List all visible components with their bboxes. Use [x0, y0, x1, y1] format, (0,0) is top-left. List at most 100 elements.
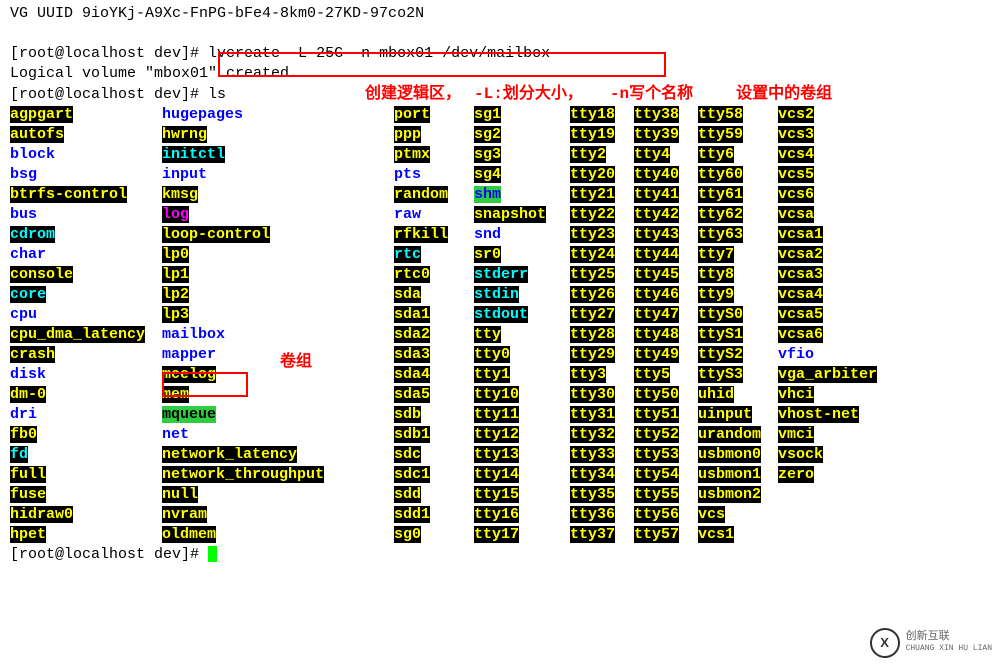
logo-icon: X — [870, 628, 900, 658]
file-sdb1: sdb1 — [394, 426, 430, 443]
file-port: port — [394, 106, 430, 123]
file-dri: dri — [10, 406, 37, 423]
file-vcsa2: vcsa2 — [778, 246, 823, 263]
file-lp0: lp0 — [162, 246, 189, 263]
file-vmci: vmci — [778, 426, 814, 443]
file-tty26: tty26 — [570, 286, 615, 303]
file-usbmon0: usbmon0 — [698, 446, 761, 463]
file-uinput: uinput — [698, 406, 752, 423]
file-tty5: tty5 — [634, 366, 670, 383]
file-tty25: tty25 — [570, 266, 615, 283]
file-tty35: tty35 — [570, 486, 615, 503]
file-tty1: tty1 — [474, 366, 510, 383]
file-tty48: tty48 — [634, 326, 679, 343]
file-tty0: tty0 — [474, 346, 510, 363]
file-stdout: stdout — [474, 306, 528, 323]
file-tty50: tty50 — [634, 386, 679, 403]
file-tty38: tty38 — [634, 106, 679, 123]
file-rtc: rtc — [394, 246, 421, 263]
header-line: VG UUID 9ioYKj-A9Xc-FnPG-bFe4-8km0-27KD-… — [10, 4, 992, 24]
file-tty43: tty43 — [634, 226, 679, 243]
file-tty28: tty28 — [570, 326, 615, 343]
file-vcsa4: vcsa4 — [778, 286, 823, 303]
file-uhid: uhid — [698, 386, 734, 403]
file-char: char — [10, 246, 46, 263]
file-raw: raw — [394, 206, 421, 223]
file-sda5: sda5 — [394, 386, 430, 403]
file-log: log — [162, 206, 189, 223]
file-tty62: tty62 — [698, 206, 743, 223]
file-vcs2: vcs2 — [778, 106, 814, 123]
file-stdin: stdin — [474, 286, 519, 303]
file-tty42: tty42 — [634, 206, 679, 223]
file-btrfs-control: btrfs-control — [10, 186, 127, 203]
prompt: [root@localhost dev]# — [10, 86, 208, 103]
file-block: block — [10, 146, 55, 163]
file-disk: disk — [10, 366, 46, 383]
file-ttyS3: ttyS3 — [698, 366, 743, 383]
file-rfkill: rfkill — [394, 226, 448, 243]
file-console: console — [10, 266, 73, 283]
file-urandom: urandom — [698, 426, 761, 443]
file-tty10: tty10 — [474, 386, 519, 403]
file-tty52: tty52 — [634, 426, 679, 443]
file-cdrom: cdrom — [10, 226, 55, 243]
file-sda3: sda3 — [394, 346, 430, 363]
file-sg0: sg0 — [394, 526, 421, 543]
cursor-icon — [208, 546, 217, 562]
file-shm: shm — [474, 186, 501, 203]
file-kmsg: kmsg — [162, 186, 198, 203]
watermark-logo: X 创新互联CHUANG XIN HU LIAN — [870, 628, 992, 658]
file-tty55: tty55 — [634, 486, 679, 503]
file-sg2: sg2 — [474, 126, 501, 143]
file-tty49: tty49 — [634, 346, 679, 363]
annotation-vg: 设置中的卷组 — [736, 85, 832, 103]
file-vcsa6: vcsa6 — [778, 326, 823, 343]
file-snapshot: snapshot — [474, 206, 546, 223]
prompt: [root@localhost dev]# — [10, 45, 208, 62]
file-tty51: tty51 — [634, 406, 679, 423]
file-tty17: tty17 — [474, 526, 519, 543]
file-vsock: vsock — [778, 446, 823, 463]
ls-output: agpgarthugepagesportsg1tty18tty38tty58vc… — [10, 105, 992, 545]
file-tty12: tty12 — [474, 426, 519, 443]
file-vcsa5: vcsa5 — [778, 306, 823, 323]
file-sr0: sr0 — [474, 246, 501, 263]
file-sda: sda — [394, 286, 421, 303]
annotation-group: 卷组 — [280, 352, 312, 372]
file-crash: crash — [10, 346, 55, 363]
file-sdc: sdc — [394, 446, 421, 463]
file-vhci: vhci — [778, 386, 814, 403]
file-sg3: sg3 — [474, 146, 501, 163]
file-tty37: tty37 — [570, 526, 615, 543]
file-core: core — [10, 286, 46, 303]
file-tty34: tty34 — [570, 466, 615, 483]
file-tty22: tty22 — [570, 206, 615, 223]
file-ptmx: ptmx — [394, 146, 430, 163]
file-vcs5: vcs5 — [778, 166, 814, 183]
file-tty60: tty60 — [698, 166, 743, 183]
file-tty56: tty56 — [634, 506, 679, 523]
file-full: full — [10, 466, 46, 483]
cmd-line-3[interactable]: [root@localhost dev]# — [10, 545, 992, 565]
file-lp2: lp2 — [162, 286, 189, 303]
file-tty14: tty14 — [474, 466, 519, 483]
file-autofs: autofs — [10, 126, 64, 143]
file-tty53: tty53 — [634, 446, 679, 463]
file-vcs1: vcs1 — [698, 526, 734, 543]
file-mqueue: mqueue — [162, 406, 216, 423]
file-tty39: tty39 — [634, 126, 679, 143]
file-tty58: tty58 — [698, 106, 743, 123]
file-sda2: sda2 — [394, 326, 430, 343]
file-tty: tty — [474, 326, 501, 343]
file-ttyS0: ttyS0 — [698, 306, 743, 323]
file-hugepages: hugepages — [162, 106, 243, 123]
file-initctl: initctl — [162, 146, 225, 163]
file-tty19: tty19 — [570, 126, 615, 143]
file-null: null — [162, 486, 198, 503]
file-usbmon2: usbmon2 — [698, 486, 761, 503]
file-rtc0: rtc0 — [394, 266, 430, 283]
file-pts: pts — [394, 166, 421, 183]
file-vhost-net: vhost-net — [778, 406, 859, 423]
file-tty27: tty27 — [570, 306, 615, 323]
